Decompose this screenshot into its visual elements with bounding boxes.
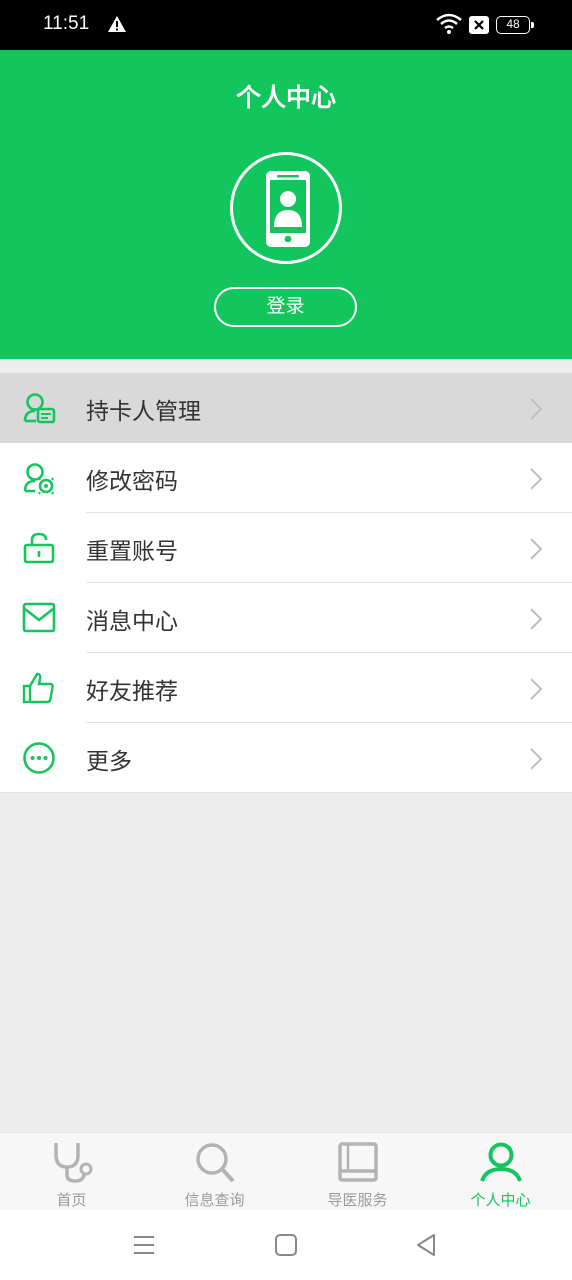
bottom-tab-bar: 首页 信息查询 导医服务 个人中心 xyxy=(0,1132,572,1210)
menu-item-label: 好友推荐 xyxy=(86,679,178,705)
chevron-right-icon xyxy=(530,398,543,420)
menu-item-message-center[interactable]: 消息中心 xyxy=(0,583,572,653)
menu-item-label: 消息中心 xyxy=(86,609,178,635)
more-icon xyxy=(23,742,55,774)
battery-level: 48 xyxy=(506,17,520,31)
menu-item-change-password[interactable]: 修改密码 xyxy=(0,443,572,513)
chevron-right-icon xyxy=(530,538,543,560)
tab-label: 个人中心 xyxy=(470,1191,531,1209)
tab-label: 信息查询 xyxy=(184,1191,245,1209)
chevron-right-icon xyxy=(530,678,543,700)
wifi-icon xyxy=(436,13,462,34)
avatar[interactable] xyxy=(230,152,342,264)
cardholder-icon xyxy=(23,393,56,424)
menu-item-cardholder[interactable]: 持卡人管理 xyxy=(0,373,572,443)
menu-item-label: 重置账号 xyxy=(86,539,178,565)
menu-item-recommend-friends[interactable]: 好友推荐 xyxy=(0,653,572,723)
home-icon[interactable] xyxy=(273,1232,299,1258)
menu-item-more[interactable]: 更多 xyxy=(0,723,572,793)
stethoscope-icon xyxy=(53,1143,92,1183)
tab-home[interactable]: 首页 xyxy=(0,1133,143,1211)
chevron-right-icon xyxy=(530,468,543,490)
menu-item-label: 持卡人管理 xyxy=(86,399,201,425)
mail-icon xyxy=(22,602,56,633)
warning-icon xyxy=(108,16,126,32)
chevron-right-icon xyxy=(530,608,543,630)
search-icon xyxy=(195,1143,234,1183)
divider xyxy=(0,792,572,793)
book-icon xyxy=(337,1142,378,1182)
tab-guide-service[interactable]: 导医服务 xyxy=(286,1133,429,1211)
tab-profile[interactable]: 个人中心 xyxy=(429,1133,572,1211)
battery-icon: 48 xyxy=(496,16,534,34)
menu-icon[interactable] xyxy=(131,1232,157,1258)
page-title: 个人中心 xyxy=(235,83,336,112)
phone-user-icon xyxy=(266,171,310,247)
thumbs-up-icon xyxy=(22,672,54,704)
menu-item-reset-account[interactable]: 重置账号 xyxy=(0,513,572,583)
tab-label: 首页 xyxy=(56,1191,87,1209)
system-nav-bar xyxy=(0,1210,572,1280)
person-icon xyxy=(479,1142,522,1182)
tab-label: 导医服务 xyxy=(327,1191,388,1209)
unlock-icon xyxy=(23,532,55,564)
status-bar: 11:51 48 xyxy=(0,0,572,50)
status-time: 11:51 xyxy=(43,13,90,34)
user-key-icon xyxy=(23,463,54,495)
no-sim-icon xyxy=(469,16,489,34)
menu-item-label: 更多 xyxy=(86,749,132,775)
menu-item-label: 修改密码 xyxy=(86,469,178,495)
back-icon[interactable] xyxy=(414,1232,440,1258)
tab-info-query[interactable]: 信息查询 xyxy=(143,1133,286,1211)
menu-list: 持卡人管理 修改密码 重置账号 消息中心 好友推荐 更多 xyxy=(0,373,572,793)
chevron-right-icon xyxy=(530,748,543,770)
login-button[interactable]: 登录 xyxy=(214,287,357,327)
profile-header: 个人中心 登录 xyxy=(0,50,572,359)
